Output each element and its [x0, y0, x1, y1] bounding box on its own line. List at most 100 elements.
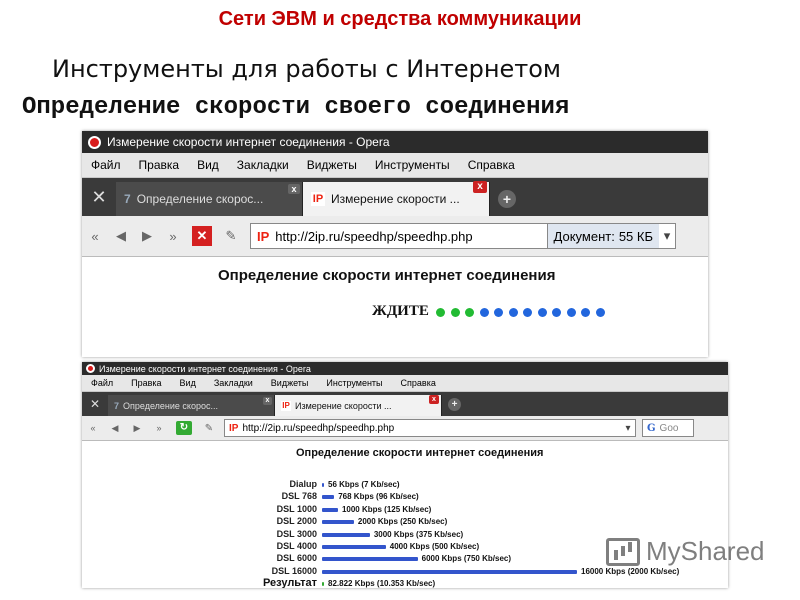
- tools-icon[interactable]: ✕: [82, 392, 108, 416]
- close-tab-icon[interactable]: x: [473, 181, 487, 193]
- progress-dot-green: [450, 308, 460, 317]
- menu-help[interactable]: Справка: [392, 378, 445, 388]
- ip-favicon-icon: IP: [229, 422, 239, 434]
- close-tab-icon[interactable]: x: [288, 184, 300, 194]
- tab-bar: ✕ 7 Определение скорос... x IP Измерение…: [82, 178, 708, 216]
- page-content: Определение скорости интернет соединения…: [82, 257, 708, 339]
- chart-bar: [322, 507, 338, 512]
- menu-bookmarks[interactable]: Закладки: [228, 158, 298, 172]
- chart-category-label: DSL 16000: [271, 565, 317, 576]
- rewind-icon[interactable]: «: [82, 229, 108, 244]
- url-field[interactable]: IP http://2ip.ru/speedhp/speedhp.php Док…: [250, 223, 676, 249]
- tab-speed-1[interactable]: 7 Определение скорос... x: [116, 182, 303, 216]
- rewind-icon[interactable]: «: [82, 423, 104, 433]
- chart-value-label: 768 Kbps (96 Kb/sec): [338, 492, 419, 502]
- tab-favicon-icon: 7: [114, 400, 120, 411]
- stop-icon[interactable]: ✕: [192, 226, 212, 246]
- edit-icon[interactable]: ✎: [218, 228, 244, 244]
- menu-bookmarks[interactable]: Закладки: [205, 378, 262, 388]
- menu-help[interactable]: Справка: [459, 158, 524, 172]
- progress-dot-blue: [537, 308, 547, 317]
- tab-speed-1[interactable]: 7 Определение скорос... x: [108, 395, 275, 416]
- chart-category-label: Dialup: [289, 479, 317, 489]
- menu-view[interactable]: Вид: [188, 158, 228, 172]
- tab-label: Измерение скорости ...: [295, 400, 392, 411]
- menu-tools[interactable]: Инструменты: [366, 158, 459, 172]
- chart-value-label: 56 Kbps (7 Kb/sec): [328, 480, 400, 489]
- close-tab-icon[interactable]: x: [429, 395, 439, 404]
- chart-value-label: 2000 Kbps (250 Kb/sec): [357, 517, 448, 527]
- document-size: Документ: 55 КБ: [546, 224, 659, 248]
- progress-dot-green: [465, 308, 474, 317]
- url-text: http://2ip.ru/speedhp/speedhp.php: [275, 228, 473, 244]
- menu-edit[interactable]: Правка: [122, 378, 170, 388]
- menu-widgets[interactable]: Виджеты: [262, 378, 318, 388]
- wait-label: ЖДИТЕ: [372, 303, 429, 319]
- chart-value-label: 1000 Kbps (125 Kb/sec): [341, 504, 432, 514]
- chart-category-label: Результат: [262, 577, 317, 588]
- fast-forward-icon[interactable]: »: [148, 423, 170, 433]
- chart-bar: [322, 483, 324, 487]
- progress-dot-blue: [523, 308, 532, 317]
- menu-view[interactable]: Вид: [171, 378, 205, 388]
- chart-category-label: DSL 4000: [276, 541, 317, 551]
- chart-bar: [322, 495, 335, 500]
- tab-label: Измерение скорости ...: [331, 192, 460, 206]
- chart-bar: [322, 520, 354, 525]
- menu-file[interactable]: Файл: [82, 378, 122, 388]
- tab-speed-2[interactable]: IP Измерение скорости ... x: [275, 395, 442, 416]
- watermark-text: MyShared: [646, 536, 765, 566]
- title-bar: Измерение скорости интернет соединения -…: [82, 362, 728, 375]
- google-icon: G: [647, 422, 656, 434]
- chart-category-label: DSL 768: [281, 491, 317, 502]
- ip-favicon-icon: IP: [311, 192, 325, 206]
- chart-value-label: 6000 Kbps (750 Kb/sec): [421, 554, 511, 564]
- document-size-value: 55 КБ: [618, 228, 653, 244]
- chart-value-label: 16000 Kbps (2000 Kb/sec): [581, 566, 680, 576]
- browser-window-1: Измерение скорости интернет соединения -…: [82, 131, 708, 357]
- page-title: Определение скорости интернет соединения: [218, 267, 556, 284]
- reload-icon[interactable]: ↻: [176, 421, 192, 435]
- opera-logo-icon: [86, 364, 95, 373]
- menu-edit[interactable]: Правка: [130, 158, 189, 172]
- chart-value-label: 4000 Kbps (500 Kb/sec): [389, 542, 480, 551]
- chart-category-label: DSL 1000: [276, 503, 317, 514]
- chart-bar: [322, 569, 577, 574]
- menu-file[interactable]: Файл: [82, 158, 130, 172]
- chart-value-label: 82.822 Kbps (10.353 Kb/sec): [328, 579, 436, 588]
- fast-forward-icon[interactable]: »: [160, 229, 186, 244]
- ip-favicon-icon: IP: [281, 400, 291, 411]
- back-icon[interactable]: ◀: [104, 423, 126, 434]
- menu-widgets[interactable]: Виджеты: [298, 158, 366, 172]
- new-tab-icon[interactable]: +: [448, 398, 461, 411]
- search-field[interactable]: G Goo: [642, 419, 694, 437]
- progress-dot-blue: [581, 308, 590, 317]
- progress-dot-blue: [508, 308, 518, 317]
- chart-category-label: DSL 6000: [276, 553, 317, 564]
- chart-value-label: 3000 Kbps (375 Kb/sec): [373, 529, 464, 539]
- forward-icon[interactable]: ▶: [134, 228, 160, 244]
- window-title: Измерение скорости интернет соединения -…: [107, 135, 390, 149]
- chevron-down-icon[interactable]: ▾: [659, 228, 675, 244]
- chart-category-label: DSL 3000: [276, 528, 317, 539]
- back-icon[interactable]: ◀: [108, 228, 134, 244]
- tab-speed-2[interactable]: IP Измерение скорости ... x: [303, 181, 490, 216]
- close-tab-icon[interactable]: x: [263, 397, 272, 405]
- edit-icon[interactable]: ✎: [198, 423, 220, 434]
- chart-bar: [322, 582, 324, 587]
- menu-tools[interactable]: Инструменты: [317, 378, 391, 388]
- slide-header: Сети ЭВМ и средства коммуникации: [218, 8, 582, 30]
- url-field[interactable]: IP http://2ip.ru/speedhp/speedhp.php ▾: [224, 419, 636, 437]
- slide-heading: Определение скорости своего соединения: [22, 94, 570, 121]
- progress-dot-blue: [494, 308, 503, 317]
- chart-bar: [322, 545, 386, 549]
- chart-bar: [322, 557, 418, 562]
- tab-label: Определение скорос...: [123, 400, 218, 411]
- address-bar: « ◀ ▶ » ↻ ✎ IP http://2ip.ru/speedhp/spe…: [82, 416, 728, 441]
- chevron-down-icon[interactable]: ▾: [621, 423, 635, 434]
- tab-bar: ✕ 7 Определение скорос... x IP Измерение…: [82, 392, 728, 416]
- progress-dot-green: [436, 308, 445, 317]
- tools-icon[interactable]: ✕: [82, 178, 116, 216]
- new-tab-icon[interactable]: +: [498, 190, 516, 208]
- forward-icon[interactable]: ▶: [126, 423, 148, 434]
